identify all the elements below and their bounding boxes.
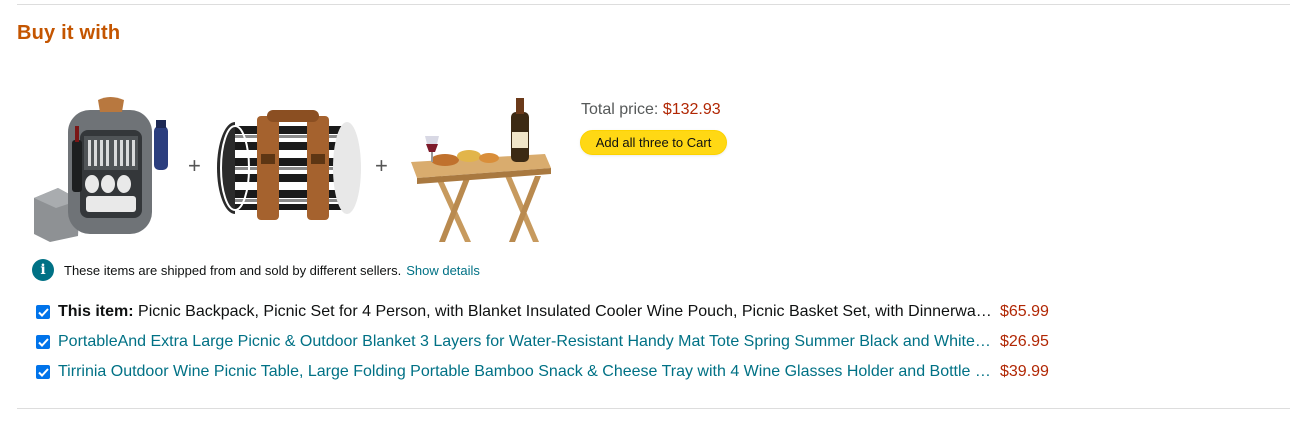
show-details-link[interactable]: Show details	[406, 263, 480, 278]
item-checkbox[interactable]	[36, 305, 50, 319]
item-title-link[interactable]: Tirrinia Outdoor Wine Picnic Table, Larg…	[58, 363, 994, 381]
section-heading: Buy it with	[17, 22, 121, 44]
item-checkbox[interactable]	[36, 365, 50, 379]
top-divider	[17, 4, 1290, 5]
item-list: This item: Picnic Backpack, Picnic Set f…	[36, 297, 1076, 387]
list-item: This item: Picnic Backpack, Picnic Set f…	[36, 297, 1076, 327]
bottom-divider	[17, 408, 1290, 409]
this-item-label: This item:	[58, 303, 134, 320]
picnic-backpack-image[interactable]	[28, 96, 178, 246]
info-icon: i	[32, 259, 54, 281]
plus-sign: +	[375, 153, 388, 178]
item-title-text: Picnic Backpack, Picnic Set for 4 Person…	[138, 303, 994, 320]
picnic-blanket-image[interactable]	[215, 104, 365, 234]
item-price: $65.99	[1000, 303, 1049, 320]
item-title-link[interactable]: PortableAnd Extra Large Picnic & Outdoor…	[58, 333, 994, 351]
seller-notice: i These items are shipped from and sold …	[32, 259, 480, 281]
list-item: PortableAnd Extra Large Picnic & Outdoor…	[36, 327, 1076, 357]
seller-notice-text: These items are shipped from and sold by…	[64, 262, 402, 278]
plus-sign: +	[188, 153, 201, 178]
total-price-value: $132.93	[662, 101, 721, 118]
total-price-line: Total price: $132.93	[581, 101, 721, 119]
total-price-label: Total price:	[581, 101, 659, 118]
item-price: $26.95	[1000, 333, 1049, 350]
wine-table-image[interactable]	[405, 96, 553, 246]
item-title: This item: Picnic Backpack, Picnic Set f…	[58, 303, 994, 321]
item-price: $39.99	[1000, 363, 1049, 380]
list-item: Tirrinia Outdoor Wine Picnic Table, Larg…	[36, 357, 1076, 387]
item-checkbox[interactable]	[36, 335, 50, 349]
add-all-to-cart-button[interactable]: Add all three to Cart	[580, 130, 727, 155]
